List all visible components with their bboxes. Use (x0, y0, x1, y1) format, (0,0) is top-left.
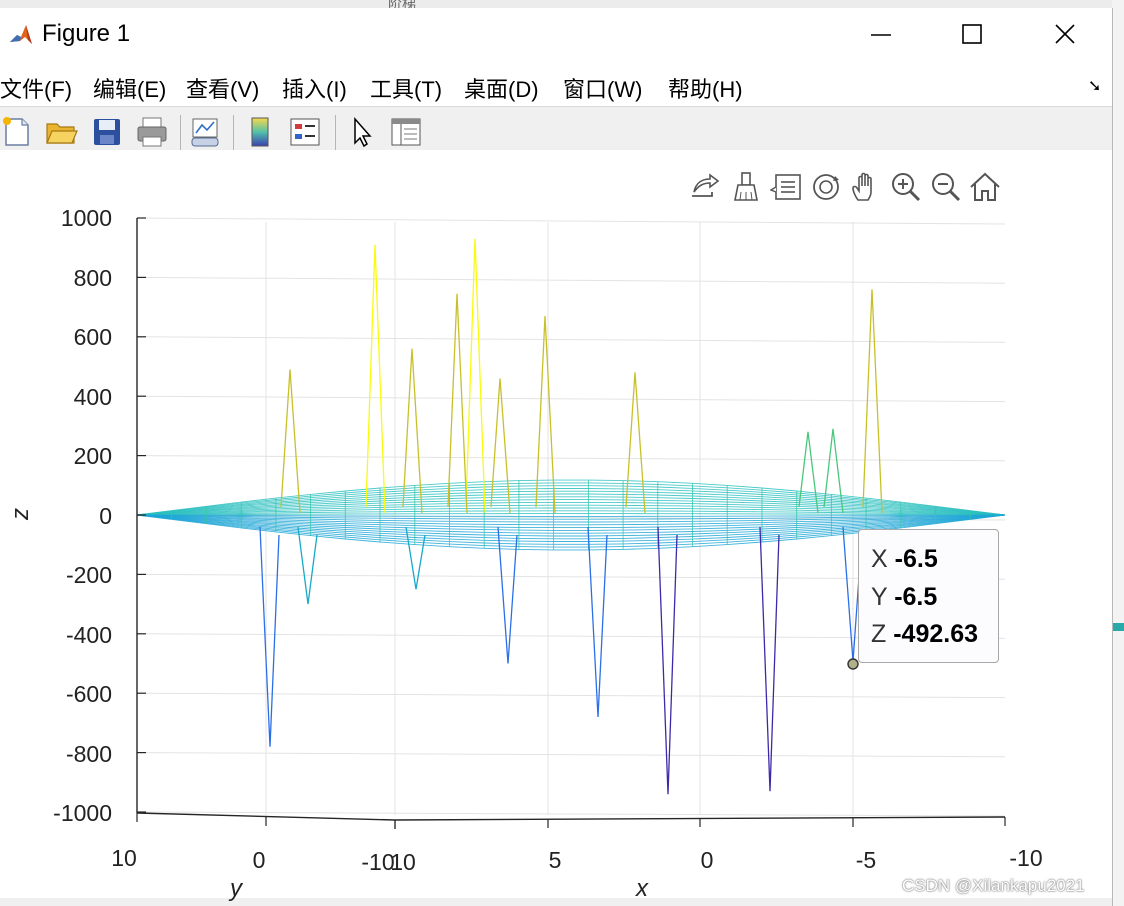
z-axis-label: z (7, 508, 34, 521)
z-tick-label: 0 (99, 503, 112, 529)
mesh-trough (759, 526, 780, 792)
x-tick-labels: 10 5 0 -5 -10 (390, 845, 1042, 875)
datatip[interactable]: X -6.5 Y -6.5 Z -492.63 (858, 529, 999, 663)
datatip-z-value: -492.63 (893, 620, 979, 648)
watermark: CSDN @Xilankapu2021 (902, 876, 1085, 895)
datatip-x-value: -6.5 (894, 545, 938, 573)
mesh-peak (447, 293, 468, 514)
mesh-trough (657, 526, 678, 795)
z-gridline (136, 811, 1006, 817)
z-tick-label: -600 (66, 681, 112, 707)
x-tick-label: -10 (1009, 845, 1042, 871)
z-gridline (136, 217, 1006, 225)
mesh-trough (297, 526, 318, 605)
mesh-line (136, 513, 1006, 516)
z-tick-label: -200 (66, 562, 112, 588)
background-window-right-edge (1112, 0, 1124, 906)
z-tick-label: 1000 (61, 205, 112, 231)
y-tick-label: 10 (111, 845, 137, 871)
mesh-peak (365, 244, 386, 514)
z-gridline (136, 455, 1006, 462)
datatip-y-row: Y -6.5 (871, 583, 938, 611)
datatip-x-row: X -6.5 (871, 545, 938, 573)
mesh-peak (280, 369, 301, 514)
x-tick-label: 10 (390, 849, 416, 875)
z-tick-label: 400 (74, 384, 112, 410)
z-tick-label: -400 (66, 622, 112, 648)
y-tick-labels: 10 0 -10 (111, 845, 394, 875)
z-tick-label: 200 (74, 443, 112, 469)
x-axis-label: x (635, 875, 649, 902)
mesh-trough (405, 526, 426, 590)
x-tick-label: 5 (549, 847, 562, 873)
mesh-trough (259, 526, 280, 747)
plot-axes[interactable]: 1000 800 600 400 200 0 -200 -400 -600 -8… (0, 0, 1112, 906)
y-axis-label: y (228, 875, 244, 902)
background-plot-fragment (1112, 623, 1124, 631)
z-tick-label: -800 (66, 741, 112, 767)
z-gridline (136, 276, 1006, 284)
z-gridline (136, 752, 1006, 758)
z-tick-labels: 1000 800 600 400 200 0 -200 -400 -600 -8… (53, 205, 112, 826)
x-tick-label: -5 (856, 847, 876, 873)
datatip-marker[interactable] (847, 658, 859, 670)
x-tick-label: 0 (701, 847, 714, 873)
mesh-trough (587, 526, 608, 717)
mesh-trough (497, 526, 518, 664)
z-tick-label: 600 (74, 324, 112, 350)
y-tick-label: 0 (253, 847, 266, 873)
datatip-y-value: -6.5 (894, 583, 938, 611)
datatip-z-row: Z -492.63 (871, 620, 979, 648)
z-gridline (136, 395, 1006, 403)
z-tick-label: 800 (74, 265, 112, 291)
z-tick-label: -1000 (53, 800, 112, 826)
